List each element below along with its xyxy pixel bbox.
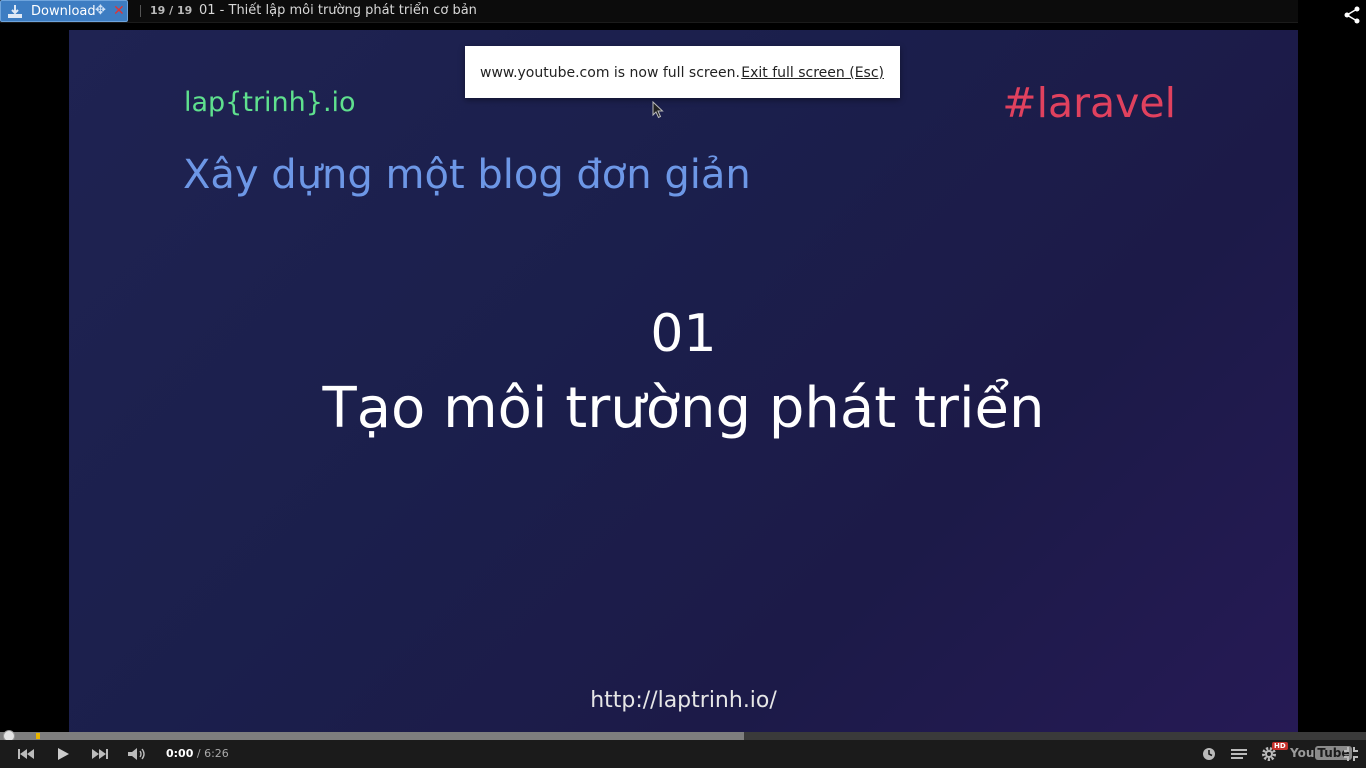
download-icon [7, 4, 23, 19]
top-bar: Download ✥ ✕ 19 / 19 01 - Thiết lập môi … [0, 0, 1298, 23]
download-label: Download [31, 4, 96, 19]
playlist-counter: 19 / 19 [150, 4, 193, 17]
hd-badge: HD [1272, 742, 1288, 750]
episode-number: 01 [650, 304, 717, 364]
youtube-logo-you: You [1290, 746, 1315, 760]
video-title[interactable]: 01 - Thiết lập môi trường phát triển cơ … [199, 3, 477, 18]
video-url-text: http://laptrinh.io/ [590, 688, 777, 713]
close-icon[interactable]: ✕ [113, 3, 127, 19]
time-display: 0:00 / 6:26 [166, 747, 229, 760]
video-subtitle: Xây dựng một blog đơn giản [183, 152, 751, 198]
download-button[interactable]: Download ✥ ✕ [0, 0, 128, 22]
brand-logo-text: lap{trinh}.io [184, 87, 356, 118]
progress-bar[interactable] [0, 732, 1366, 740]
exit-fullscreen-link[interactable]: Exit full screen (Esc) [741, 65, 884, 81]
previous-icon[interactable] [14, 740, 38, 768]
fullscreen-message: www.youtube.com is now full screen. [480, 65, 740, 81]
play-icon[interactable] [52, 740, 74, 768]
progress-marker [36, 733, 40, 739]
hashtag-text: #laravel [1002, 79, 1176, 127]
episode-title: Tạo môi trường phát triển [322, 376, 1045, 441]
watch-later-icon[interactable] [1199, 740, 1219, 768]
divider [140, 5, 141, 17]
video-frame[interactable]: lap{trinh}.io #laravel Xây dựng một blog… [69, 30, 1298, 732]
volume-icon[interactable] [125, 740, 149, 768]
current-time: 0:00 [166, 747, 194, 760]
player-controls: 0:00 / 6:26 HD You Tube [0, 740, 1366, 768]
next-icon[interactable] [88, 740, 112, 768]
share-icon[interactable] [1343, 6, 1361, 24]
duration: / 6:26 [196, 747, 229, 760]
move-icon[interactable]: ✥ [95, 4, 109, 18]
playlist-icon[interactable] [1228, 740, 1250, 768]
fullscreen-notice: www.youtube.com is now full screen. Exit… [465, 46, 900, 98]
mouse-cursor-icon [652, 100, 664, 119]
buffered-range [0, 732, 745, 740]
exit-fullscreen-icon[interactable] [1340, 740, 1362, 768]
